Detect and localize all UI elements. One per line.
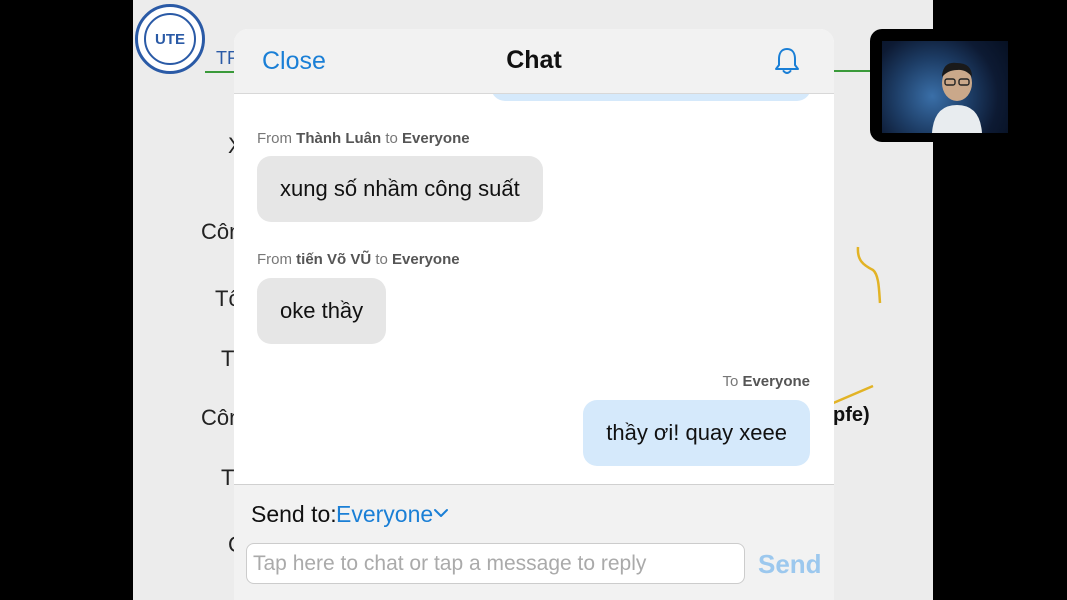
to-word: to	[375, 251, 388, 268]
sender-name: tiến Võ VŨ	[296, 251, 372, 268]
chat-composer: Send to: Everyone Send	[234, 484, 834, 600]
message-meta: To Everyone	[722, 373, 810, 390]
recipient-name: Everyone	[392, 251, 460, 268]
sender-name: Thành Luân	[296, 130, 382, 147]
video-feed	[882, 41, 1008, 133]
message-bubble[interactable]: xung số nhầm công suất	[257, 156, 543, 222]
logo-text: UTE	[155, 31, 185, 48]
from-prefix: From	[257, 251, 292, 268]
bell-icon[interactable]	[771, 45, 803, 77]
participant-video[interactable]	[870, 29, 1020, 142]
slide-annotation-stroke	[856, 246, 882, 304]
slide-divider	[205, 71, 235, 73]
school-logo: UTE	[135, 4, 205, 74]
send-to-dropdown[interactable]: Everyone	[336, 501, 433, 528]
slide-formula: pfe)	[833, 404, 870, 426]
chat-title: Chat	[506, 46, 562, 74]
message-meta: From tiến Võ VŨ to Everyone	[257, 251, 460, 268]
from-prefix: From	[257, 130, 292, 147]
recipient-name: Everyone	[402, 130, 470, 147]
chat-panel: Close Chat From Thành Luân to Everyone x…	[234, 29, 834, 600]
message-meta: From Thành Luân to Everyone	[257, 130, 470, 147]
send-to-label: Send to:	[251, 501, 337, 527]
chat-input[interactable]	[246, 543, 745, 584]
slide-text: T	[221, 465, 235, 490]
send-button[interactable]: Send	[758, 549, 822, 580]
message-bubble[interactable]: thầy ơi! quay xeee	[583, 400, 810, 466]
to-word: to	[385, 130, 398, 147]
message-list[interactable]: From Thành Luân to Everyone xung số nhầm…	[234, 94, 834, 484]
previous-message-bubble[interactable]	[491, 94, 811, 101]
recipient-name: Everyone	[742, 373, 810, 390]
chevron-down-icon[interactable]	[433, 505, 449, 521]
message-bubble[interactable]: oke thầy	[257, 278, 387, 344]
to-prefix: To	[722, 373, 739, 390]
chat-header: Close Chat	[234, 29, 834, 94]
slide-text: T	[221, 346, 235, 371]
person-silhouette	[932, 62, 982, 133]
